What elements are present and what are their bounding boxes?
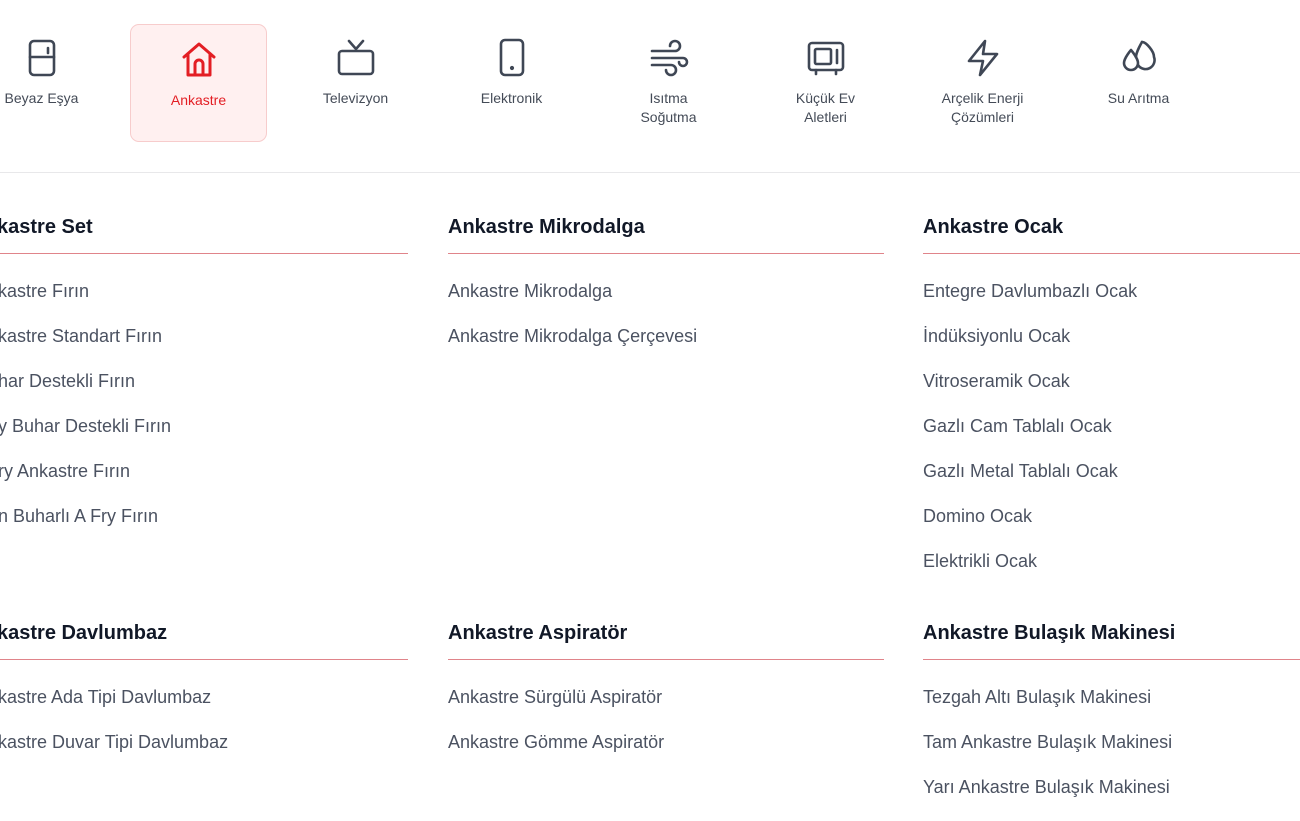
- menu-link[interactable]: n Buharlı A Fry Fırın: [0, 506, 158, 527]
- category-isitma-sogutma[interactable]: Isıtma Soğutma: [600, 24, 737, 142]
- fridge-icon: [22, 38, 62, 78]
- menu-link[interactable]: Ankastre Mikrodalga: [448, 281, 612, 302]
- menu-link[interactable]: kastre Fırın: [0, 281, 89, 302]
- section-title-ankastre-set[interactable]: kastre Set: [0, 216, 93, 239]
- menu-link[interactable]: kastre Duvar Tipi Davlumbaz: [0, 732, 228, 753]
- menu-link[interactable]: Domino Ocak: [923, 506, 1032, 527]
- category-label: Isıtma Soğutma: [640, 90, 697, 125]
- category-label: Beyaz Eşya: [4, 90, 79, 106]
- tv-icon: [336, 38, 376, 78]
- section-title-ankastre-aspirator[interactable]: Ankastre Aspiratör: [448, 622, 627, 645]
- menu-link[interactable]: kastre Standart Fırın: [0, 326, 162, 347]
- menu-link[interactable]: Ankastre Sürgülü Aspiratör: [448, 687, 662, 708]
- category-bar: Beyaz Eşya Ankastre Televizyon Elektroni…: [0, 0, 1300, 173]
- category-beyaz-esya[interactable]: Beyaz Eşya: [0, 24, 110, 142]
- menu-link[interactable]: Ankastre Mikrodalga Çerçevesi: [448, 326, 697, 347]
- menu-link[interactable]: Yarı Ankastre Bulaşık Makinesi: [923, 777, 1170, 798]
- microwave-icon: [806, 38, 846, 78]
- section-title-ankastre-bulasik-makinesi[interactable]: Ankastre Bulaşık Makinesi: [923, 622, 1175, 645]
- menu-link[interactable]: Gazlı Cam Tablalı Ocak: [923, 416, 1112, 437]
- category-kucuk-ev-aletleri[interactable]: Küçük Ev Aletleri: [757, 24, 894, 142]
- menu-link[interactable]: Elektrikli Ocak: [923, 551, 1037, 572]
- home-icon: [179, 39, 219, 79]
- category-label: Televizyon: [322, 90, 389, 106]
- wind-icon: [649, 38, 689, 78]
- category-label: Su Arıtma: [1107, 90, 1170, 106]
- menu-link[interactable]: Entegre Davlumbazlı Ocak: [923, 281, 1137, 302]
- lightning-icon: [963, 38, 1003, 78]
- section-divider: [923, 253, 1300, 254]
- category-arcelik-enerji[interactable]: Arçelik Enerji Çözümleri: [914, 24, 1051, 142]
- section-divider: [0, 659, 408, 660]
- menu-link[interactable]: Ankastre Gömme Aspiratör: [448, 732, 664, 753]
- menu-link[interactable]: ry Ankastre Fırın: [0, 461, 130, 482]
- water-drops-icon: [1119, 38, 1159, 78]
- section-title-ankastre-ocak[interactable]: Ankastre Ocak: [923, 216, 1063, 239]
- section-title-ankastre-davlumbaz[interactable]: kastre Davlumbaz: [0, 622, 167, 645]
- menu-link[interactable]: y Buhar Destekli Fırın: [0, 416, 171, 437]
- menu-link[interactable]: Tam Ankastre Bulaşık Makinesi: [923, 732, 1172, 753]
- section-divider: [448, 253, 884, 254]
- section-divider: [0, 253, 408, 254]
- section-title-ankastre-mikrodalga[interactable]: Ankastre Mikrodalga: [448, 216, 645, 239]
- category-elektronik[interactable]: Elektronik: [443, 24, 580, 142]
- menu-link[interactable]: Gazlı Metal Tablalı Ocak: [923, 461, 1118, 482]
- category-label: Arçelik Enerji Çözümleri: [941, 90, 1024, 125]
- category-label: Küçük Ev Aletleri: [795, 90, 856, 125]
- menu-link[interactable]: har Destekli Fırın: [0, 371, 135, 392]
- menu-link[interactable]: kastre Ada Tipi Davlumbaz: [0, 687, 211, 708]
- phone-icon: [492, 38, 532, 78]
- menu-link[interactable]: Tezgah Altı Bulaşık Makinesi: [923, 687, 1151, 708]
- category-label: Ankastre: [170, 92, 227, 108]
- category-su-aritma[interactable]: Su Arıtma: [1070, 24, 1207, 142]
- menu-link[interactable]: Vitroseramik Ocak: [923, 371, 1070, 392]
- section-divider: [448, 659, 884, 660]
- section-divider: [923, 659, 1300, 660]
- category-televizyon[interactable]: Televizyon: [287, 24, 424, 142]
- category-ankastre[interactable]: Ankastre: [130, 24, 267, 142]
- menu-link[interactable]: İndüksiyonlu Ocak: [923, 326, 1070, 347]
- category-label: Elektronik: [480, 90, 543, 106]
